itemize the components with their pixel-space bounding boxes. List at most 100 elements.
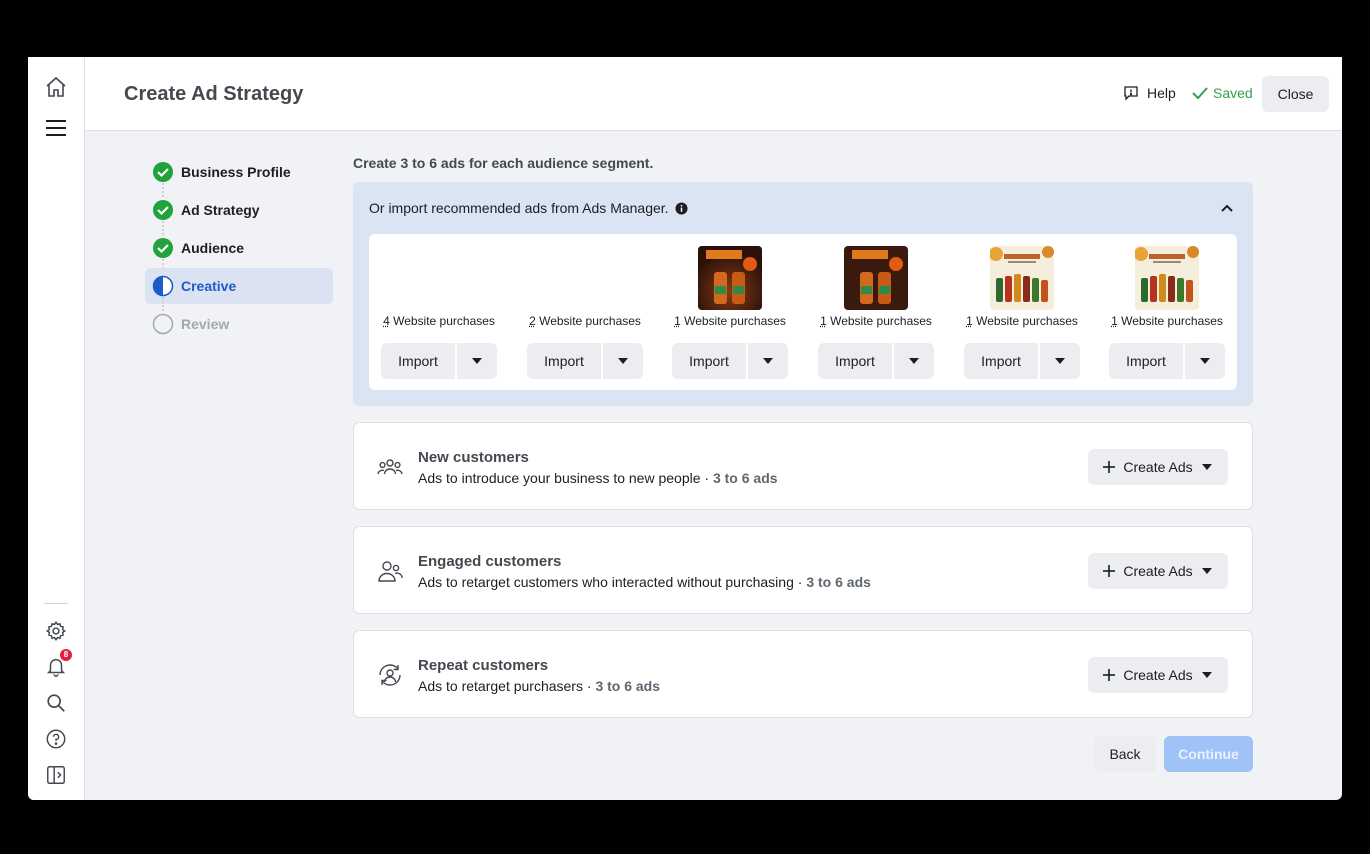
segment-new-customers: New customers Ads to introduce your busi… xyxy=(353,422,1253,510)
import-button[interactable]: Import xyxy=(964,343,1038,379)
ad-result-label: 1 Website purchases xyxy=(820,314,932,328)
recommended-ad-card: 1 Website purchases Import xyxy=(672,234,788,390)
step-review[interactable]: Review xyxy=(145,306,333,342)
main-content: Create 3 to 6 ads for each audience segm… xyxy=(353,155,1253,718)
page-title: Create Ad Strategy xyxy=(124,83,304,105)
import-split-button: Import xyxy=(527,343,643,379)
segment-repeat-customers: Repeat customers Ads to retarget purchas… xyxy=(353,630,1253,718)
page-header: Create Ad Strategy Help Saved Close xyxy=(85,57,1342,131)
chevron-up-icon[interactable] xyxy=(1217,198,1237,218)
menu-icon[interactable] xyxy=(42,114,70,142)
segment-title: New customers xyxy=(418,449,529,466)
caret-down-icon xyxy=(618,358,628,364)
import-split-button: Import xyxy=(1109,343,1225,379)
saved-status: Saved xyxy=(1191,85,1253,101)
step-ad-strategy[interactable]: Ad Strategy xyxy=(145,192,333,235)
home-icon[interactable] xyxy=(42,73,70,101)
user-cycle-icon xyxy=(379,664,401,686)
import-split-button: Import xyxy=(672,343,788,379)
import-split-button: Import xyxy=(381,343,497,379)
continue-button[interactable]: Continue xyxy=(1164,736,1253,772)
recommended-ad-card: 4 Website purchases Import xyxy=(381,234,497,390)
ad-result-label: 4 Website purchases xyxy=(383,314,495,328)
help-link[interactable]: Help xyxy=(1123,85,1176,101)
ad-result-label: 2 Website purchases xyxy=(529,314,641,328)
step-audience[interactable]: Audience xyxy=(145,230,333,273)
import-button[interactable]: Import xyxy=(1109,343,1183,379)
create-ads-button[interactable]: Create Ads xyxy=(1088,657,1228,693)
step-business-profile[interactable]: Business Profile xyxy=(145,154,333,197)
bell-icon[interactable]: 8 xyxy=(42,649,72,681)
import-options-button[interactable] xyxy=(748,343,788,379)
import-options-button[interactable] xyxy=(603,343,643,379)
check-icon xyxy=(1192,87,1208,100)
ad-result-label: 1 Website purchases xyxy=(966,314,1078,328)
half-circle-icon xyxy=(152,275,174,297)
left-rail: 8 xyxy=(28,57,85,800)
import-button[interactable]: Import xyxy=(672,343,746,379)
close-button[interactable]: Close xyxy=(1262,76,1329,112)
create-ads-button[interactable]: Create Ads xyxy=(1088,553,1228,589)
recommended-ad-card: 1 Website purchases Import xyxy=(818,234,934,390)
caret-down-icon xyxy=(1200,358,1210,364)
step-creative[interactable]: Creative xyxy=(145,268,333,311)
back-button[interactable]: Back xyxy=(1094,736,1156,772)
import-button[interactable]: Import xyxy=(527,343,601,379)
caret-down-icon xyxy=(909,358,919,364)
saved-label: Saved xyxy=(1213,85,1253,101)
plus-icon xyxy=(1103,461,1116,473)
import-panel: Or import recommended ads from Ads Manag… xyxy=(353,182,1253,406)
segment-title: Repeat customers xyxy=(418,657,549,674)
ad-thumbnail-thanksgiving xyxy=(1135,246,1199,310)
import-heading-text: Or import recommended ads from Ads Manag… xyxy=(369,200,669,216)
notification-badge: 8 xyxy=(60,649,72,661)
check-circle-icon xyxy=(153,200,173,220)
create-ads-button[interactable]: Create Ads xyxy=(1088,449,1228,485)
caret-down-icon xyxy=(763,358,773,364)
ad-thumbnail-bundle-deal xyxy=(698,246,762,310)
segment-description: Ads to introduce your business to new pe… xyxy=(418,470,778,486)
question-icon[interactable] xyxy=(42,725,70,753)
intro-text: Create 3 to 6 ads for each audience segm… xyxy=(353,155,654,171)
import-options-button[interactable] xyxy=(1040,343,1080,379)
ad-thumbnail-thanksgiving xyxy=(990,246,1054,310)
import-options-button[interactable] xyxy=(1185,343,1225,379)
help-label: Help xyxy=(1147,85,1176,101)
step-label: Business Profile xyxy=(181,164,291,180)
info-icon[interactable] xyxy=(675,201,688,215)
ad-result-label: 1 Website purchases xyxy=(1111,314,1223,328)
sidebar-toggle-icon[interactable] xyxy=(42,761,70,789)
import-button[interactable]: Import xyxy=(381,343,455,379)
plus-icon xyxy=(1103,669,1116,681)
check-circle-icon xyxy=(153,162,173,182)
caret-down-icon xyxy=(472,358,482,364)
rail-divider xyxy=(44,603,68,604)
ad-thumbnail-bundle-deal xyxy=(844,246,908,310)
caret-down-icon xyxy=(1201,464,1212,470)
import-split-button: Import xyxy=(964,343,1080,379)
import-button[interactable]: Import xyxy=(818,343,892,379)
search-icon[interactable] xyxy=(42,689,70,717)
app-window: 8 Create Ad Strategy Help Saved Close Bu… xyxy=(28,57,1342,800)
step-label: Ad Strategy xyxy=(181,202,260,218)
gear-icon[interactable] xyxy=(42,617,70,645)
people-icon xyxy=(378,561,403,582)
caret-down-icon xyxy=(1201,672,1212,678)
import-split-button: Import xyxy=(818,343,934,379)
step-label: Review xyxy=(181,316,230,332)
import-options-button[interactable] xyxy=(894,343,934,379)
step-label: Creative xyxy=(181,278,237,294)
ad-result-label: 1 Website purchases xyxy=(674,314,786,328)
import-options-button[interactable] xyxy=(457,343,497,379)
segment-title: Engaged customers xyxy=(418,553,562,570)
caret-down-icon xyxy=(1055,358,1065,364)
empty-circle-icon xyxy=(152,313,174,335)
step-label: Audience xyxy=(181,240,245,256)
plus-icon xyxy=(1103,565,1116,577)
segment-description: Ads to retarget purchasers · 3 to 6 ads xyxy=(418,678,661,694)
caret-down-icon xyxy=(1201,568,1212,574)
feedback-icon xyxy=(1124,86,1138,101)
group-icon xyxy=(377,459,403,475)
recommended-ad-card: 1 Website purchases Import xyxy=(964,234,1080,390)
progress-stepper: Business Profile Ad Strategy Audience Cr… xyxy=(145,154,333,344)
